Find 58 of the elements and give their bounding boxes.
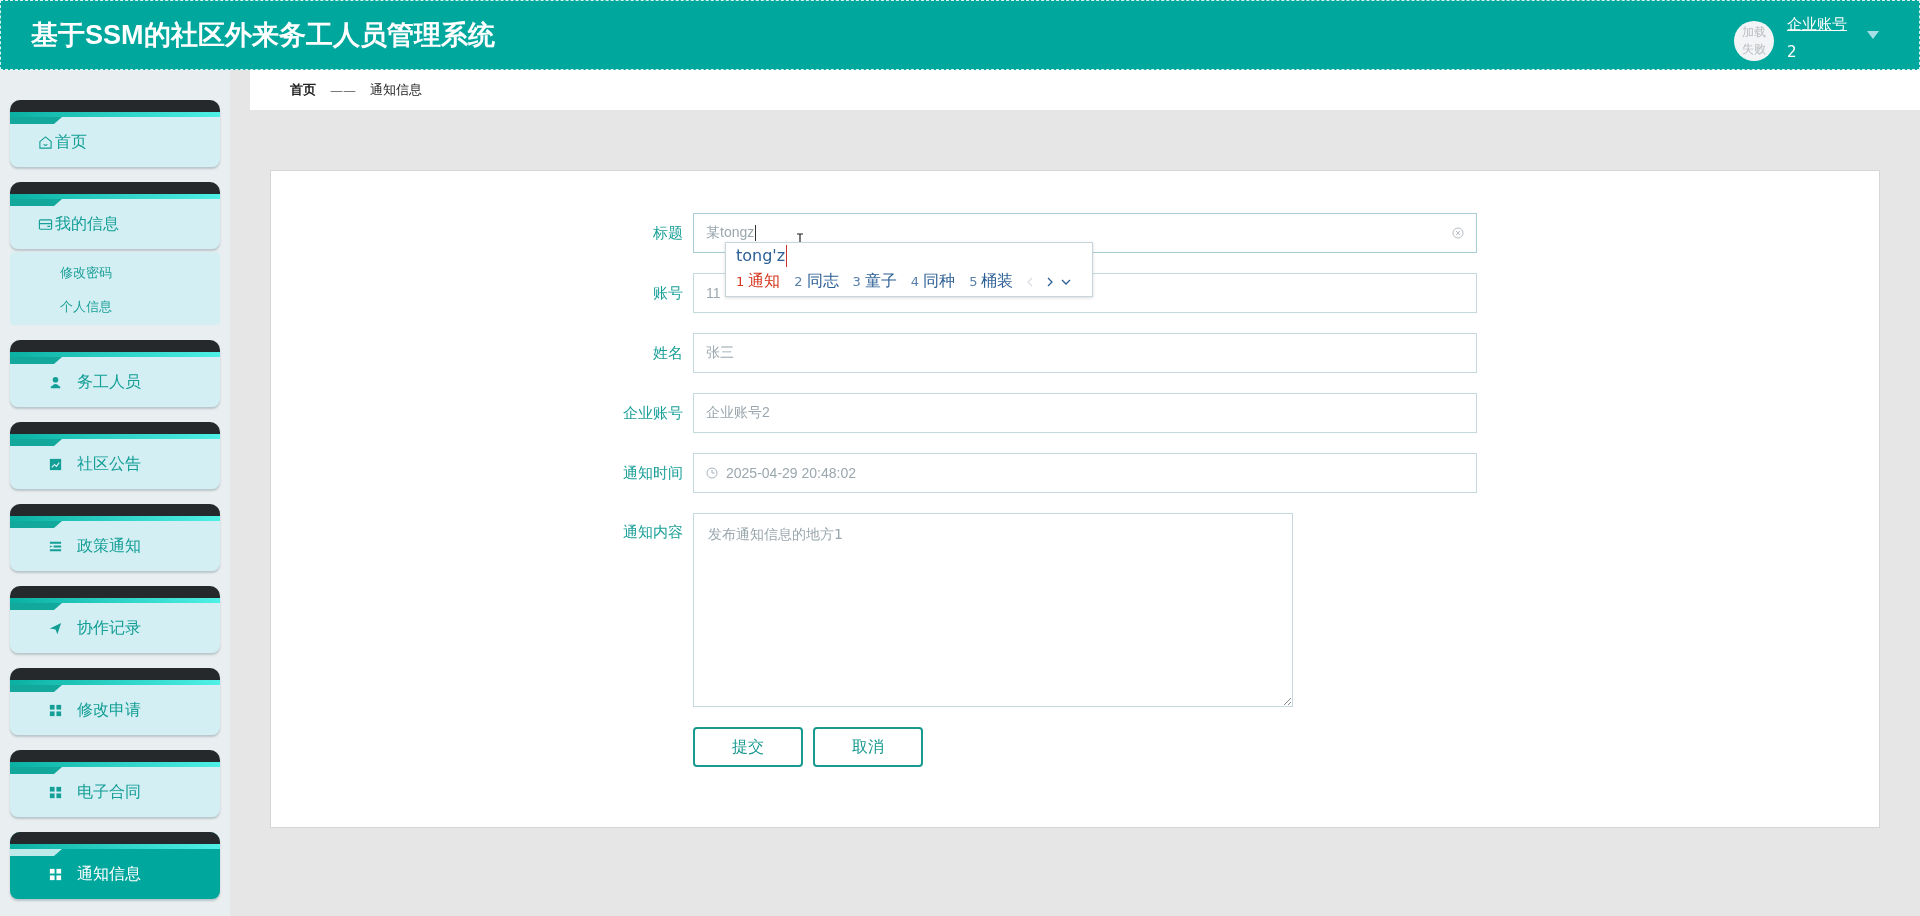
ime-candidate[interactable]: 1 通知 <box>736 271 781 292</box>
input-field[interactable]: 2025-04-29 20:48:02 <box>693 453 1477 493</box>
submenu-item[interactable]: 个人信息 <box>60 296 220 317</box>
menu-label: 协作记录 <box>77 617 141 639</box>
menu-item[interactable]: 通知信息 <box>10 832 220 899</box>
ime-candidate[interactable]: 2 同志 <box>794 271 839 292</box>
card-icon <box>38 216 53 232</box>
field-label: 通知内容 <box>622 523 683 542</box>
ime-candidate[interactable]: 3 童子 <box>852 271 897 292</box>
grid-icon <box>48 866 63 882</box>
input-field[interactable]: 张三 <box>693 333 1477 373</box>
clock-icon <box>706 467 718 479</box>
field-label: 姓名 <box>652 343 683 363</box>
menu-label: 通知信息 <box>77 863 141 885</box>
chevron-down-icon[interactable] <box>1061 278 1072 285</box>
breadcrumb-link[interactable]: 通知信息 <box>370 81 422 99</box>
menu-label: 务工人员 <box>77 371 141 393</box>
resize-handle-icon[interactable] <box>1283 697 1291 705</box>
ime-composition: tong'z <box>736 245 788 267</box>
menu-label: 首页 <box>55 131 87 153</box>
menu-item[interactable]: 首页 <box>10 100 220 167</box>
chevron-right-icon[interactable] <box>1047 276 1054 287</box>
field-label: 通知时间 <box>622 463 683 483</box>
menu-item[interactable]: 修改申请 <box>10 668 220 735</box>
menu-label: 社区公告 <box>77 453 141 475</box>
menu-item[interactable]: 协作记录 <box>10 586 220 653</box>
paper-plane-icon <box>48 620 63 636</box>
menu-item[interactable]: 社区公告 <box>10 422 220 489</box>
field-label: 企业账号 <box>622 403 683 423</box>
site-title: 基于SSM的社区外来务工人员管理系统 <box>31 19 495 52</box>
submit-button[interactable]: 提交 <box>693 727 803 767</box>
cancel-button[interactable]: 取消 <box>813 727 923 767</box>
user-role[interactable]: 企业账号 <box>1787 15 1847 34</box>
chart-icon <box>48 456 63 472</box>
grid-icon <box>48 784 63 800</box>
field-label: 账号 <box>652 283 683 303</box>
breadcrumb-link[interactable]: 首页 <box>290 81 316 99</box>
grid-icon <box>48 702 63 718</box>
input-field[interactable]: 企业账号2 <box>693 393 1477 433</box>
ime-candidate[interactable]: 4 同种 <box>910 271 956 292</box>
menu-label: 我的信息 <box>55 213 119 235</box>
breadcrumb-separator: —— <box>330 82 356 98</box>
menu-item[interactable]: 务工人员 <box>10 340 220 407</box>
ime-candidate[interactable]: 5 桶装 <box>969 271 1014 292</box>
clear-icon[interactable] <box>1452 227 1464 239</box>
caret-icon[interactable] <box>1867 31 1879 39</box>
user-icon <box>48 374 63 390</box>
user-name: 2 <box>1787 43 1798 61</box>
menu-item[interactable]: 我的信息 <box>10 182 220 249</box>
menu-item[interactable]: 电子合同 <box>10 750 220 817</box>
menu-label: 修改申请 <box>77 699 141 721</box>
menu-label: 电子合同 <box>77 781 141 803</box>
menu-item[interactable]: 政策通知 <box>10 504 220 571</box>
home-icon <box>38 134 53 150</box>
field-label: 标题 <box>652 223 683 243</box>
menu-label: 政策通知 <box>77 535 141 557</box>
text-area[interactable]: 发布通知信息的地方1 <box>693 513 1293 707</box>
submenu-item[interactable]: 修改密码 <box>60 262 220 283</box>
